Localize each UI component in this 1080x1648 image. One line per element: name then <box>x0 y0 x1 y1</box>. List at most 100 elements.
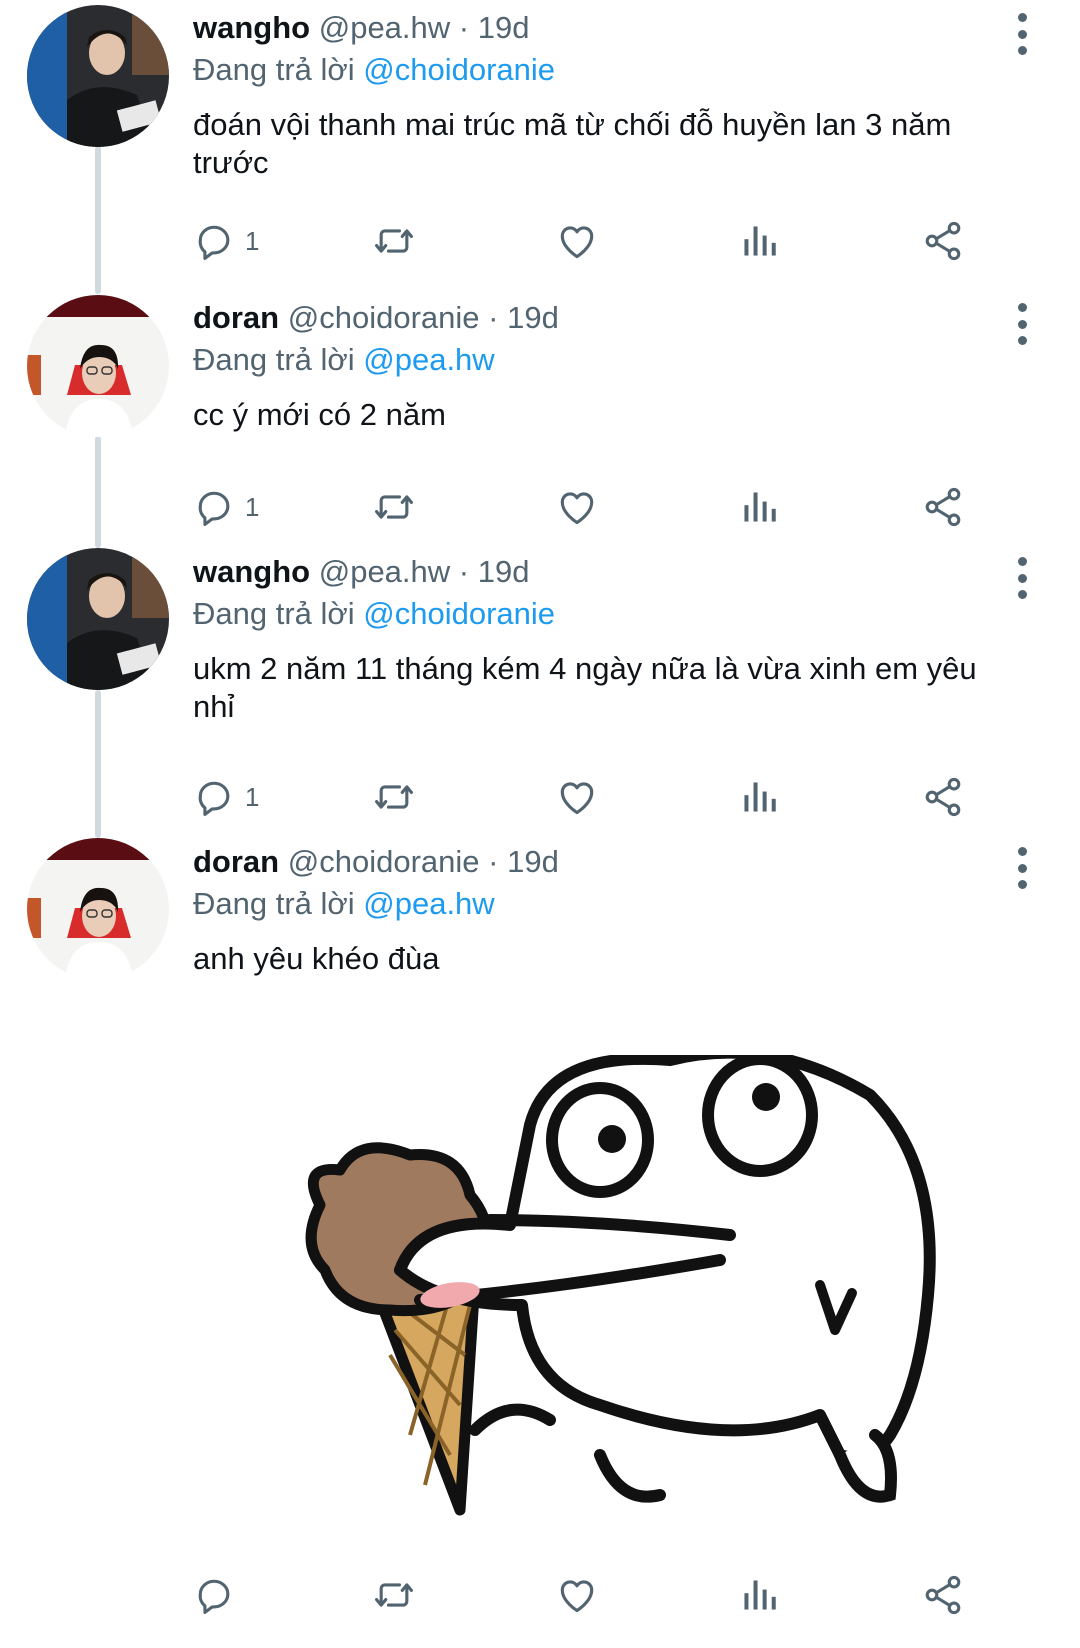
avatar[interactable] <box>27 5 169 147</box>
display-name[interactable]: doran <box>193 300 279 335</box>
mention-link[interactable]: @pea.hw <box>363 342 494 377</box>
timestamp[interactable]: 19d <box>507 300 559 335</box>
more-options-button[interactable] <box>1009 13 1035 55</box>
avatar[interactable] <box>27 548 169 690</box>
action-bar <box>193 1572 1033 1618</box>
avatar[interactable] <box>27 838 169 980</box>
replying-to-label: Đang trả lời <box>193 52 355 87</box>
like-button[interactable] <box>555 774 599 820</box>
reply-thread: wangho @pea.hw · 19d Đang trả lời @choid… <box>0 0 1080 1648</box>
like-button[interactable] <box>555 1572 599 1618</box>
user-handle[interactable]: @pea.hw <box>319 554 450 589</box>
reply-icon <box>193 485 237 529</box>
reply-button[interactable]: 1 <box>193 774 259 820</box>
mention-link[interactable]: @choidoranie <box>363 596 555 631</box>
reply-text-line: trước <box>193 145 269 180</box>
heart-icon <box>555 775 599 819</box>
mention-link[interactable]: @choidoranie <box>363 52 555 87</box>
user-handle[interactable]: @choidoranie <box>288 844 480 879</box>
reply-header: doran @choidoranie · 19d <box>193 298 559 338</box>
more-options-button[interactable] <box>1009 847 1035 889</box>
reply-text: cc ý mới có 2 năm <box>193 396 1033 434</box>
reply-button[interactable] <box>193 1572 245 1618</box>
sticker-image[interactable] <box>300 1046 990 1550</box>
separator-dot: · <box>488 844 499 879</box>
reply-count: 1 <box>245 491 260 522</box>
views-button[interactable] <box>739 218 779 264</box>
ice-cream-icon <box>305 1142 494 1516</box>
reply-text-line: cc ý mới có 2 năm <box>193 397 446 432</box>
user-handle[interactable]: @pea.hw <box>319 10 450 45</box>
analytics-icon <box>739 1573 779 1617</box>
thread-line <box>95 690 101 838</box>
reply-count: 1 <box>245 781 260 812</box>
share-icon <box>921 485 965 529</box>
reply-icon <box>193 219 237 263</box>
replying-to-label: Đang trả lời <box>193 596 355 631</box>
mention-link[interactable]: @pea.hw <box>363 886 494 921</box>
action-bar: 1 <box>193 774 1033 820</box>
separator-dot: · <box>488 300 499 335</box>
share-icon <box>921 775 965 819</box>
reply-text-line: ukm 2 năm 11 tháng kém 4 ngày nữa là vừa… <box>193 651 977 686</box>
timestamp[interactable]: 19d <box>507 844 559 879</box>
user-handle[interactable]: @choidoranie <box>288 300 480 335</box>
share-button[interactable] <box>921 484 965 530</box>
separator-dot: · <box>458 10 470 45</box>
views-button[interactable] <box>739 1572 779 1618</box>
replying-to-label: Đang trả lời <box>193 886 355 921</box>
display-name[interactable]: wangho <box>193 554 310 589</box>
retweet-icon <box>371 219 417 263</box>
thread-line <box>95 436 101 548</box>
share-icon <box>921 1573 965 1617</box>
reply-text: anh yêu khéo đùa <box>193 940 1033 978</box>
views-button[interactable] <box>739 774 779 820</box>
analytics-icon <box>739 775 779 819</box>
timestamp[interactable]: 19d <box>478 10 530 45</box>
retweet-icon <box>371 775 417 819</box>
retweet-button[interactable] <box>371 218 417 264</box>
analytics-icon <box>739 219 779 263</box>
display-name[interactable]: wangho <box>193 10 310 45</box>
heart-icon <box>555 1573 599 1617</box>
share-button[interactable] <box>921 1572 965 1618</box>
reply-button[interactable]: 1 <box>193 218 259 264</box>
reply-text: đoán vội thanh mai trúc mã từ chối đỗ hu… <box>193 106 1033 182</box>
reply-text-line: anh yêu khéo đùa <box>193 941 440 976</box>
timestamp[interactable]: 19d <box>478 554 530 589</box>
retweet-button[interactable] <box>371 1572 417 1618</box>
action-bar: 1 <box>193 484 1033 530</box>
reply-text-line: đoán vội thanh mai trúc mã từ chối đỗ hu… <box>193 107 952 142</box>
like-button[interactable] <box>555 218 599 264</box>
share-button[interactable] <box>921 218 965 264</box>
share-button[interactable] <box>921 774 965 820</box>
replying-to: Đang trả lời @choidoranie <box>193 594 555 634</box>
reply-icon <box>193 1573 237 1617</box>
reply-header: wangho @pea.hw · 19d <box>193 8 529 48</box>
share-icon <box>921 219 965 263</box>
replying-to: Đang trả lời @pea.hw <box>193 340 495 380</box>
reply-icon <box>193 775 237 819</box>
thread-line <box>95 146 101 294</box>
avatar[interactable] <box>27 295 169 437</box>
display-name[interactable]: doran <box>193 844 279 879</box>
heart-icon <box>555 219 599 263</box>
retweet-button[interactable] <box>371 484 417 530</box>
retweet-button[interactable] <box>371 774 417 820</box>
retweet-icon <box>371 1573 417 1617</box>
analytics-icon <box>739 485 779 529</box>
reply-text-line: nhỉ <box>193 689 235 724</box>
reply-text: ukm 2 năm 11 tháng kém 4 ngày nữa là vừa… <box>193 650 1033 726</box>
retweet-icon <box>371 485 417 529</box>
like-button[interactable] <box>555 484 599 530</box>
reply-button[interactable]: 1 <box>193 484 259 530</box>
views-button[interactable] <box>739 484 779 530</box>
more-options-button[interactable] <box>1009 303 1035 345</box>
replying-to-label: Đang trả lời <box>193 342 355 377</box>
heart-icon <box>555 485 599 529</box>
blob-character-icon <box>394 1046 936 1503</box>
reply-count: 1 <box>245 225 260 256</box>
action-bar: 1 <box>193 218 1033 264</box>
more-options-button[interactable] <box>1009 557 1035 599</box>
replying-to: Đang trả lời @pea.hw <box>193 884 495 924</box>
